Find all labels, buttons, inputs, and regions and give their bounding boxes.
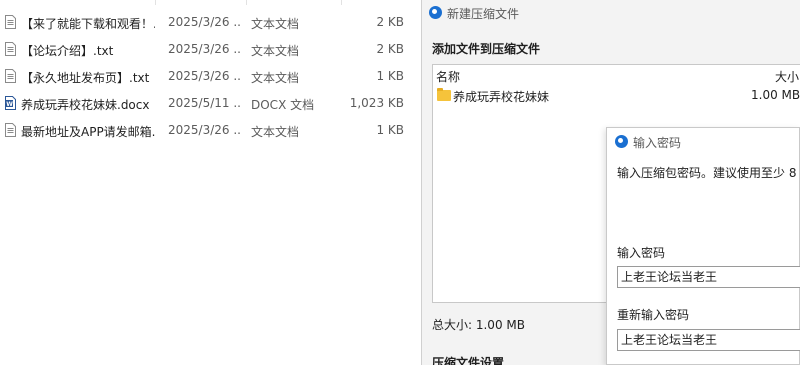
file-row[interactable]: 【永久地址发布页】.txt 2025/3/26 ... 文本文档 1 KB [0, 63, 420, 90]
folder-icon [437, 88, 451, 101]
text-file-icon [5, 123, 16, 137]
word-file-icon: W [5, 96, 16, 110]
add-files-heading: 添加文件到压缩文件 [432, 42, 541, 56]
archive-settings-heading: 压缩文件设置 [432, 356, 505, 365]
archiver-app-icon [429, 6, 442, 19]
file-type: 文本文档 [251, 71, 300, 85]
file-type: 文本文档 [251, 44, 300, 58]
file-size: 2 KB [376, 15, 404, 29]
text-file-icon [5, 15, 16, 29]
file-date: 2025/3/26 ... [168, 15, 240, 29]
text-file-icon [5, 69, 16, 83]
file-row[interactable]: W 养成玩弄校花妹妹.docx 2025/5/11 ... DOCX 文档 1,… [0, 90, 420, 117]
file-size: 1,023 KB [349, 96, 404, 110]
file-name: 养成玩弄校花妹妹.docx [21, 98, 150, 112]
file-date: 2025/5/11 ... [168, 96, 240, 110]
file-size: 1 KB [376, 123, 404, 137]
confirm-password-field[interactable]: 上老王论坛当老王 [617, 329, 800, 351]
file-date: 2025/3/26 ... [168, 42, 240, 56]
file-row[interactable]: 【论坛介绍】.txt 2025/3/26 ... 文本文档 2 KB [0, 36, 420, 63]
total-size: 总大小: 1.00 MB [432, 318, 525, 332]
archiver-app-icon [615, 135, 628, 148]
file-name: 【永久地址发布页】.txt [21, 71, 150, 85]
column-header-name[interactable]: 名称 [436, 68, 460, 85]
password-instruction: 输入压缩包密码。建议使用至少 8 位 [617, 166, 800, 180]
file-type: 文本文档 [251, 17, 300, 31]
file-row[interactable]: 最新地址及APP请发邮箱... 2025/3/26 ... 文本文档 1 KB [0, 117, 420, 144]
file-name: 【来了就能下载和观看！... [21, 17, 155, 31]
file-size: 2 KB [376, 42, 404, 56]
file-explorer-list: 【来了就能下载和观看！... 2025/3/26 ... 文本文档 2 KB 【… [0, 0, 420, 365]
file-name: 最新地址及APP请发邮箱... [21, 125, 155, 139]
enter-password-dialog: 输入密码 输入压缩包密码。建议使用至少 8 位 输入密码 上老王论坛当老王 重新… [606, 127, 800, 365]
column-header-size[interactable]: 大小 [775, 68, 799, 85]
confirm-password-label: 重新输入密码 [617, 308, 690, 322]
list-item-size: 1.00 MB [751, 88, 800, 102]
text-file-icon [5, 42, 16, 56]
file-date: 2025/3/26 ... [168, 123, 240, 137]
svg-text:W: W [6, 101, 13, 108]
file-date: 2025/3/26 ... [168, 69, 240, 83]
file-type: DOCX 文档 [251, 98, 315, 112]
file-name: 【论坛介绍】.txt [21, 44, 114, 58]
password-field[interactable]: 上老王论坛当老王 [617, 266, 800, 288]
file-type: 文本文档 [251, 125, 300, 139]
list-item-name: 养成玩弄校花妹妹 [453, 90, 550, 104]
dialog-title-bar[interactable]: 新建压缩文件 [422, 0, 800, 26]
column-separator[interactable] [155, 0, 156, 5]
dialog-title: 新建压缩文件 [447, 7, 520, 21]
column-separator[interactable] [246, 0, 247, 5]
password-label: 输入密码 [617, 246, 666, 260]
dialog-title-bar[interactable]: 输入密码 [607, 128, 799, 156]
file-row[interactable]: 【来了就能下载和观看！... 2025/3/26 ... 文本文档 2 KB [0, 9, 420, 36]
column-separator[interactable] [341, 0, 342, 5]
file-size: 1 KB [376, 69, 404, 83]
list-item[interactable]: 养成玩弄校花妹妹 1.00 MB [433, 85, 800, 105]
dialog-title: 输入密码 [633, 136, 682, 150]
